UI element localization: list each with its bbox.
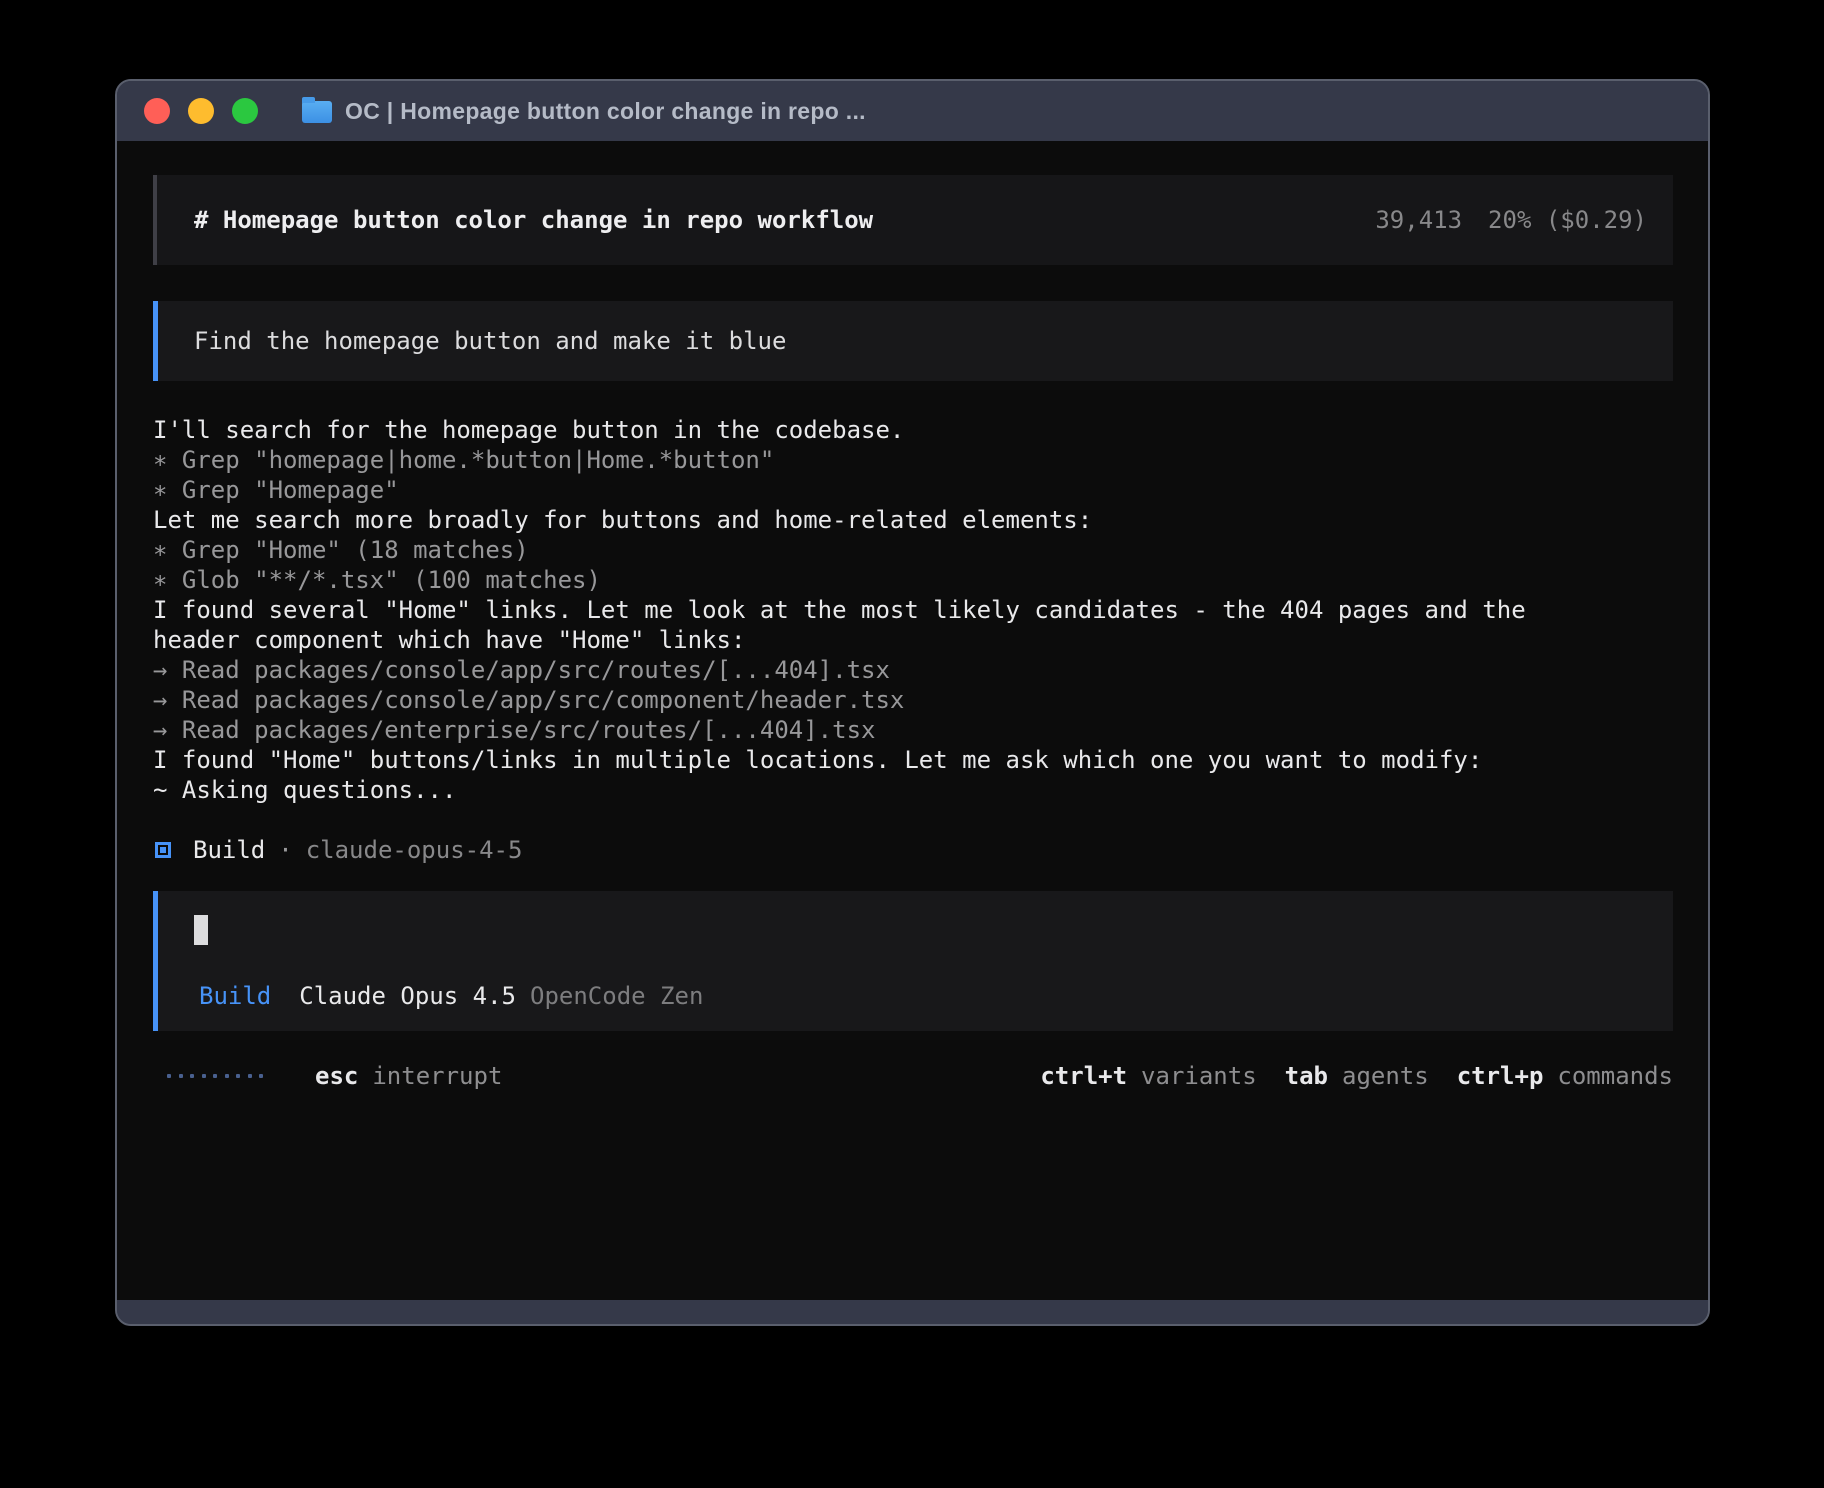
- shortcut-agents: tab agents: [1285, 1061, 1429, 1091]
- tool-call-grep: ∗ Grep "Homepage": [153, 475, 1573, 505]
- terminal-window: OC | Homepage button color change in rep…: [115, 79, 1710, 1326]
- agent-status-name: Build: [193, 835, 265, 865]
- session-title: # Homepage button color change in repo w…: [194, 205, 873, 235]
- esc-key: esc: [315, 1061, 358, 1091]
- window-title: OC | Homepage button color change in rep…: [345, 98, 866, 125]
- tool-call-read: → Read packages/enterprise/src/routes/[.…: [153, 715, 1573, 745]
- assistant-message: I found several "Home" links. Let me loo…: [153, 595, 1573, 655]
- shortcut-variants: ctrl+t variants: [1040, 1061, 1256, 1091]
- assistant-status: ~ Asking questions...: [153, 775, 1573, 805]
- shortcut-label: variants: [1141, 1061, 1257, 1091]
- agent-status-model: claude-opus-4-5: [306, 835, 523, 865]
- input-agent: Build: [199, 981, 271, 1011]
- tool-call-grep: ∗ Grep "Home" (18 matches): [153, 535, 1573, 565]
- user-message-text: Find the homepage button and make it blu…: [194, 326, 786, 356]
- text-cursor: [194, 915, 208, 945]
- prompt-input[interactable]: Build Claude Opus 4.5 OpenCode Zen: [153, 891, 1673, 1031]
- interrupt-label: interrupt: [372, 1061, 502, 1091]
- input-model: Claude Opus 4.5: [299, 981, 516, 1011]
- session-header: # Homepage button color change in repo w…: [153, 175, 1673, 265]
- input-provider: OpenCode Zen: [530, 981, 703, 1011]
- shortcut-commands: ctrl+p commands: [1457, 1061, 1673, 1091]
- tool-call-grep: ∗ Grep "homepage|home.*button|Home.*butt…: [153, 445, 1573, 475]
- shortcut-label: commands: [1557, 1061, 1673, 1091]
- close-button[interactable]: [144, 98, 170, 124]
- shortcut-interrupt: esc interrupt: [315, 1061, 502, 1091]
- assistant-message: I found "Home" buttons/links in multiple…: [153, 745, 1573, 775]
- folder-icon: [302, 101, 332, 123]
- input-meta: Build Claude Opus 4.5 OpenCode Zen: [199, 981, 703, 1011]
- window-bottom-strip: [117, 1300, 1708, 1324]
- spinner-dots: [167, 1074, 263, 1078]
- assistant-message: Let me search more broadly for buttons a…: [153, 505, 1573, 535]
- conversation: I'll search for the homepage button in t…: [153, 415, 1573, 865]
- shortcut-key: ctrl+p: [1457, 1061, 1544, 1091]
- assistant-message: I'll search for the homepage button in t…: [153, 415, 1573, 445]
- shortcut-key: tab: [1285, 1061, 1328, 1091]
- agent-status-row: Build · claude-opus-4-5: [153, 835, 1573, 865]
- shortcut-label: agents: [1342, 1061, 1429, 1091]
- minimize-button[interactable]: [188, 98, 214, 124]
- shortcut-key: ctrl+t: [1040, 1061, 1127, 1091]
- tool-call-glob: ∗ Glob "**/*.tsx" (100 matches): [153, 565, 1573, 595]
- dot-separator: ·: [278, 835, 292, 865]
- user-message: Find the homepage button and make it blu…: [153, 301, 1673, 381]
- context-cost: 20% ($0.29): [1488, 205, 1647, 235]
- shortcut-hints: ctrl+t variants tab agents ctrl+p comman…: [1040, 1061, 1673, 1091]
- session-stats: 39,413 20% ($0.29): [1375, 205, 1647, 235]
- tool-call-read: → Read packages/console/app/src/routes/[…: [153, 655, 1573, 685]
- zoom-button[interactable]: [232, 98, 258, 124]
- tool-call-read: → Read packages/console/app/src/componen…: [153, 685, 1573, 715]
- agent-build-icon: [155, 842, 171, 858]
- terminal-content: # Homepage button color change in repo w…: [117, 141, 1708, 1300]
- status-bar: esc interrupt ctrl+t variants tab agents…: [153, 1061, 1673, 1091]
- token-count: 39,413: [1375, 205, 1462, 235]
- window-titlebar[interactable]: OC | Homepage button color change in rep…: [117, 81, 1708, 141]
